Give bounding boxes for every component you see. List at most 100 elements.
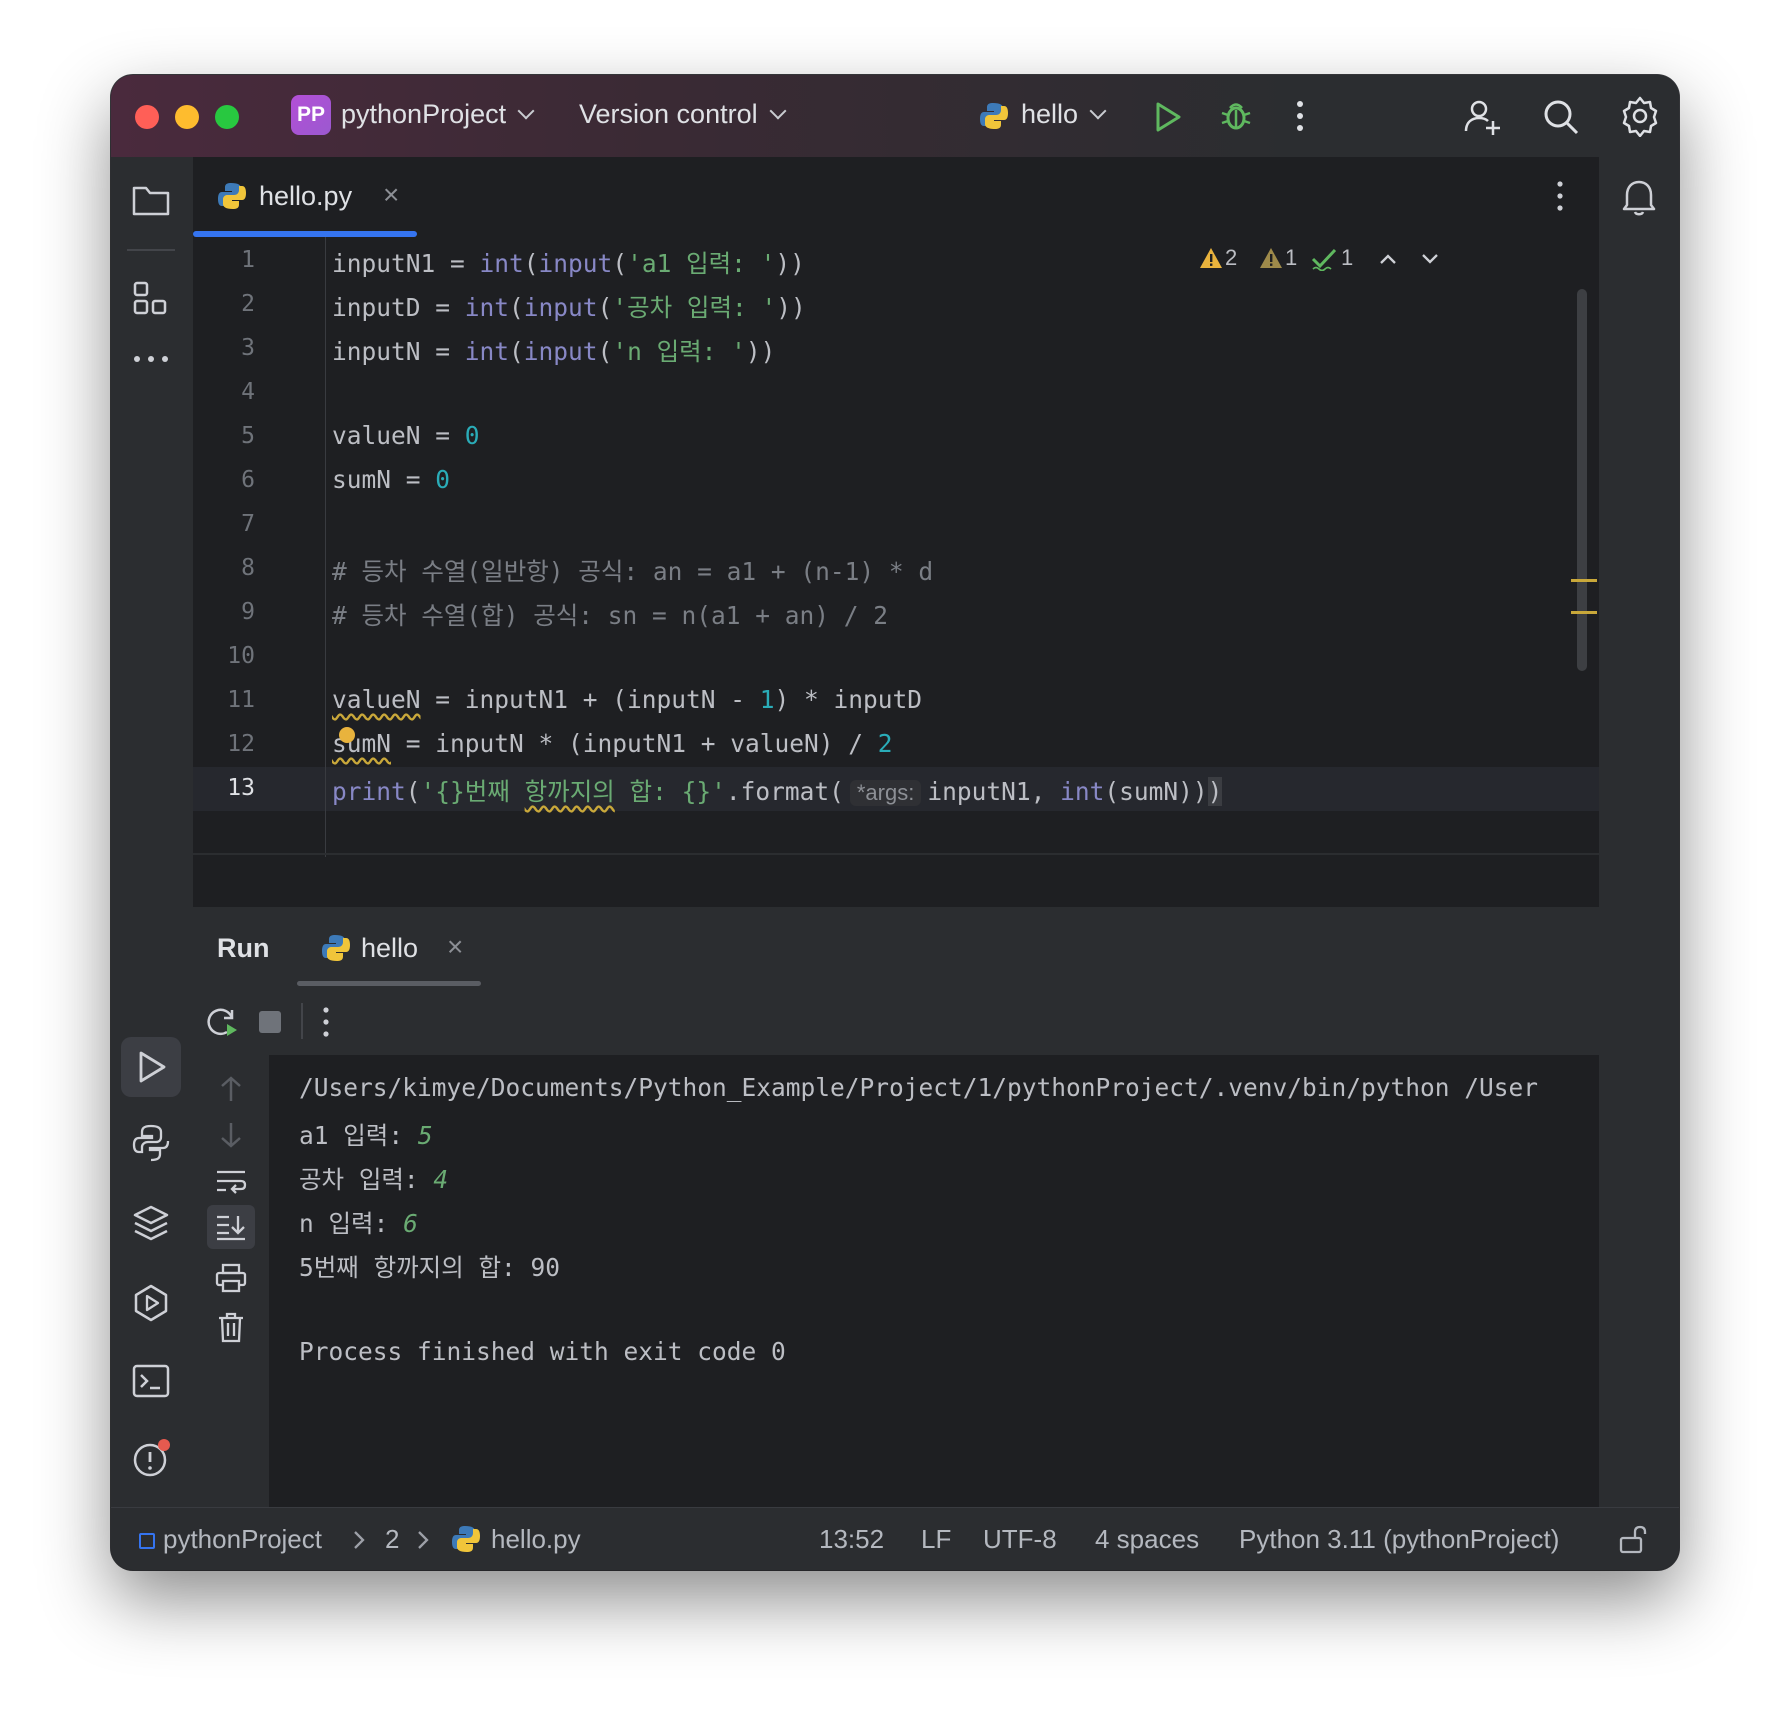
- run-tab-label: hello: [361, 933, 419, 963]
- close-window-button[interactable]: [135, 105, 159, 129]
- notifications-bell-icon[interactable]: [1619, 177, 1659, 217]
- scroll-down-icon[interactable]: [217, 1121, 245, 1149]
- warning-count: 2: [1225, 245, 1238, 270]
- more-tools-icon[interactable]: [131, 353, 171, 365]
- problems-icon[interactable]: [131, 1437, 173, 1479]
- maximize-window-button[interactable]: [215, 105, 239, 129]
- right-tool-strip: [1599, 157, 1679, 1570]
- console-command-line: /Users/kimye/Documents/Python_Example/Pr…: [299, 1073, 1539, 1102]
- code-line-current: print('{}번째 항까지의 합: {}'.format(*args: inp…: [332, 777, 1223, 806]
- scroll-up-icon[interactable]: [217, 1075, 245, 1103]
- editor-tab-hello-py[interactable]: hello.py ×: [193, 157, 417, 237]
- run-configuration-name: hello: [1021, 99, 1079, 129]
- module-icon: [139, 1533, 155, 1549]
- services-icon[interactable]: [131, 1283, 171, 1323]
- run-tab-hello[interactable]: hello ×: [297, 907, 481, 987]
- next-problem-icon[interactable]: [1421, 253, 1439, 265]
- run-configuration-selector[interactable]: hello: [1021, 99, 1107, 130]
- run-toolbar: [193, 987, 1599, 1055]
- version-control-menu[interactable]: Version control: [579, 99, 787, 130]
- python-console-icon[interactable]: [131, 1123, 171, 1163]
- gear-icon[interactable]: [1619, 95, 1661, 137]
- indent-setting[interactable]: 4 spaces: [1095, 1524, 1199, 1555]
- run-icon[interactable]: [1153, 101, 1183, 133]
- line-number: 6: [241, 467, 255, 493]
- line-number-current: 13: [227, 775, 255, 801]
- code-line: inputD = int(input('공차 입력: ')): [332, 293, 806, 322]
- console-exit-line: Process finished with exit code 0: [299, 1337, 786, 1366]
- python-file-icon: [452, 1526, 480, 1552]
- weak-warning-count: 1: [1285, 245, 1298, 270]
- warning-icon: [1200, 248, 1222, 268]
- caret-position[interactable]: 13:52: [819, 1524, 884, 1555]
- breadcrumb-file[interactable]: hello.py: [491, 1524, 581, 1555]
- line-number: 1: [241, 247, 255, 273]
- close-tab-icon[interactable]: ×: [383, 179, 399, 211]
- editor-bottom-divider: [193, 853, 1599, 855]
- python-packages-icon[interactable]: [131, 1203, 171, 1243]
- run-tool-button[interactable]: [121, 1037, 181, 1097]
- add-user-icon[interactable]: [1463, 97, 1503, 137]
- stop-icon[interactable]: [259, 1011, 281, 1033]
- soft-wrap-icon[interactable]: [215, 1167, 247, 1197]
- chevron-right-icon: [354, 1531, 365, 1549]
- chevron-right-icon: [418, 1531, 429, 1549]
- toolbar-divider: [301, 1003, 303, 1039]
- scroll-to-end-icon: [217, 1215, 245, 1241]
- warning-marker[interactable]: [1571, 611, 1597, 614]
- console-actions-strip: [193, 1055, 269, 1507]
- code-line: valueN = inputN1 + (inputN - 1) * inputD: [332, 685, 923, 714]
- rerun-icon[interactable]: [205, 1005, 239, 1039]
- code-line: inputN = int(input('n 입력: ')): [332, 337, 776, 366]
- run-tool-window: Run hello × /Users/kimye/Documents/Pytho…: [193, 907, 1599, 1507]
- print-icon[interactable]: [215, 1263, 247, 1293]
- search-icon[interactable]: [1541, 97, 1581, 137]
- project-folder-icon[interactable]: [131, 183, 171, 217]
- code-comment: # 등차 수열(일반항) 공식: an = a1 + (n-1) * d: [332, 557, 934, 586]
- chevron-down-icon: [1089, 102, 1107, 120]
- scroll-to-end-button[interactable]: [207, 1205, 255, 1249]
- code-editor[interactable]: 1 2 3 4 5 6 7 8 9 10 11 12 13 inputN1 = …: [193, 237, 1599, 857]
- project-selector[interactable]: pythonProject: [341, 99, 535, 130]
- terminal-icon[interactable]: [131, 1363, 171, 1399]
- active-tab-indicator: [297, 981, 481, 986]
- editor-tab-label: hello.py: [259, 181, 353, 211]
- python-interpreter[interactable]: Python 3.11 (pythonProject): [1239, 1524, 1559, 1555]
- line-number: 7: [241, 511, 255, 537]
- editor-tab-bar: hello.py ×: [193, 157, 1599, 239]
- run-panel-title: Run: [217, 933, 270, 963]
- more-icon[interactable]: [321, 1005, 331, 1039]
- minimize-window-button[interactable]: [175, 105, 199, 129]
- line-number: 4: [241, 379, 255, 405]
- structure-icon[interactable]: [131, 279, 171, 319]
- console-line: a1 입력: 5: [299, 1121, 433, 1150]
- more-icon[interactable]: [1295, 99, 1305, 133]
- line-number: 12: [227, 731, 255, 757]
- line-number: 2: [241, 291, 255, 317]
- warning-marker[interactable]: [1571, 579, 1597, 582]
- code-line: sumN = 0: [332, 465, 451, 494]
- line-number: 3: [241, 335, 255, 361]
- line-separator[interactable]: LF: [921, 1524, 951, 1555]
- intention-bulb-icon[interactable]: [339, 727, 355, 743]
- project-name: pythonProject: [341, 99, 507, 129]
- ide-window: PP pythonProject Version control hello h…: [111, 75, 1679, 1570]
- code-line: valueN = 0: [332, 421, 480, 450]
- close-tab-icon[interactable]: ×: [447, 931, 463, 963]
- debug-icon[interactable]: [1219, 99, 1253, 133]
- file-encoding[interactable]: UTF-8: [983, 1524, 1057, 1555]
- project-badge[interactable]: PP: [291, 95, 331, 135]
- console-line: 공차 입력: 4: [299, 1165, 449, 1194]
- run-icon: [139, 1051, 166, 1083]
- unlock-icon[interactable]: [1617, 1524, 1647, 1554]
- tab-options-more-icon[interactable]: [1555, 179, 1565, 213]
- breadcrumb-folder[interactable]: 2: [385, 1524, 399, 1555]
- line-number: 10: [227, 643, 255, 669]
- clear-all-trash-icon[interactable]: [215, 1311, 247, 1343]
- python-icon: [322, 935, 350, 961]
- typo-check-icon: [1311, 248, 1337, 271]
- breadcrumb-project[interactable]: pythonProject: [163, 1524, 322, 1555]
- code-line: sumN = inputN * (inputN1 + valueN) / 2: [332, 729, 893, 758]
- previous-problem-icon[interactable]: [1379, 253, 1397, 265]
- line-number: 11: [227, 687, 255, 713]
